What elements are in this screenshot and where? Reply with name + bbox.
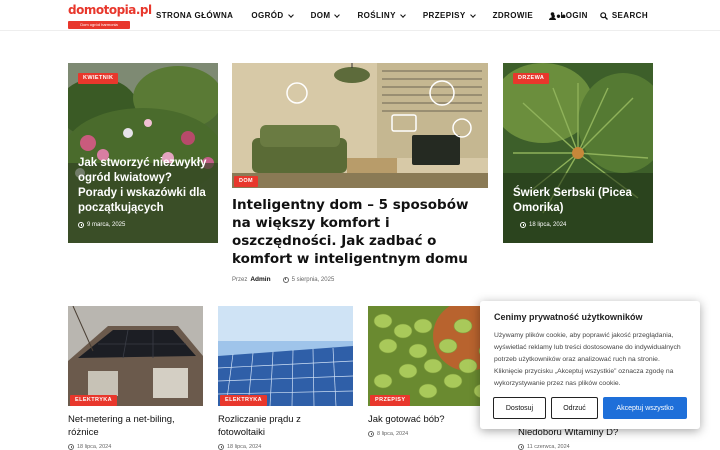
article-date: 11 czerwca, 2024	[518, 444, 570, 450]
article-date: 18 lipca, 2024	[520, 222, 566, 228]
article-card[interactable]: ELEKTRYKA	[218, 306, 353, 406]
clock-icon	[68, 444, 74, 450]
featured-article-title[interactable]: Inteligentny dom – 5 sposobów na większy…	[232, 196, 487, 268]
reject-button[interactable]: Odrzuć	[551, 397, 598, 419]
chevron-down-icon	[287, 11, 294, 18]
article-date: 18 lipca, 2024	[68, 444, 111, 450]
customize-button[interactable]: Dostosuj	[493, 397, 546, 419]
date-text: 18 lipca, 2024	[529, 222, 567, 228]
clock-icon	[218, 444, 224, 450]
nav-label: ZDROWIE	[492, 11, 534, 20]
logo-text: domotopia.pl	[68, 3, 152, 17]
article-meta: Przez Admin 5 sierpnia, 2025	[232, 276, 334, 283]
user-icon	[549, 11, 557, 20]
chevron-down-icon	[334, 11, 341, 18]
date-text: 18 lipca, 2024	[227, 444, 262, 450]
login-label: LOGIN	[560, 11, 588, 20]
nav-label: STRONA GŁÓWNA	[156, 11, 234, 20]
header-actions: LOGIN SEARCH	[537, 0, 648, 31]
nav-item-ogrod[interactable]: OGRÓD	[251, 11, 294, 20]
article-date: 18 lipca, 2024	[218, 444, 261, 450]
article-card[interactable]: ELEKTRYKA	[68, 306, 203, 406]
article-title[interactable]: Rozliczanie prądu z fotowoltaiki	[218, 414, 348, 439]
nav-item-rosliny[interactable]: ROŚLINY	[357, 11, 406, 20]
chevron-down-icon	[469, 11, 476, 18]
garden-image	[68, 63, 218, 243]
featured-card-center[interactable]: DOM	[232, 63, 488, 188]
featured-card-left[interactable]: KWIETNIK Jak stworzyć niezwykły ogród kw…	[68, 63, 218, 243]
nav-label: DOM	[310, 11, 331, 20]
nav-item-zdrowie[interactable]: ZDROWIE	[493, 11, 534, 20]
featured-card-right[interactable]: DRZEWA Świerk Serbski (Picea Omorika) 18…	[503, 63, 653, 243]
cookie-title: Cenimy prywatność użytkowników	[494, 312, 643, 322]
nav-label: OGRÓD	[251, 11, 284, 20]
login-button[interactable]: LOGIN	[549, 11, 587, 20]
clock-icon	[518, 444, 524, 450]
solar-panels-image	[218, 306, 353, 406]
date-text: 5 sierpnia, 2025	[291, 276, 335, 283]
accept-all-button[interactable]: Akceptuj wszystko	[603, 397, 687, 419]
clock-icon	[368, 431, 374, 437]
nav-label: ROŚLINY	[357, 11, 396, 20]
category-tag[interactable]: PRZEPISY	[370, 395, 411, 406]
site-header: domotopia.pl Dom ogród harmonia STRONA G…	[0, 0, 720, 31]
article-title[interactable]: Jak gotować bób?	[368, 414, 498, 427]
logo-tagline: Dom ogród harmonia	[68, 21, 130, 29]
nav-item-dom[interactable]: DOM	[310, 11, 341, 20]
category-tag[interactable]: ELEKTRYKA	[70, 395, 118, 406]
search-icon	[600, 11, 608, 20]
solar-roof-image	[68, 306, 203, 406]
author-link[interactable]: Admin	[250, 276, 270, 283]
cookie-text: Używamy plików cookie, aby poprawić jako…	[494, 332, 681, 387]
clock-icon	[520, 222, 526, 228]
site-logo[interactable]: domotopia.pl Dom ogród harmonia	[68, 2, 152, 31]
main-nav: STRONA GŁÓWNA OGRÓD DOM ROŚLINY PRZEPISY…	[156, 0, 585, 31]
article-date: 8 lipca, 2024	[368, 431, 408, 437]
category-tag[interactable]: DRZEWA	[513, 73, 550, 84]
search-button[interactable]: SEARCH	[600, 11, 648, 20]
date-text: 11 czerwca, 2024	[527, 444, 570, 450]
nav-label: PRZEPISY	[422, 11, 466, 20]
smart-home-image	[232, 63, 488, 188]
clock-icon	[282, 276, 289, 283]
article-title[interactable]: Jak stworzyć niezwykły ogród kwiatowy? P…	[78, 156, 214, 216]
category-tag[interactable]: KWIETNIK	[78, 73, 119, 84]
clock-icon	[78, 222, 84, 228]
article-date: 9 marca, 2025	[78, 222, 125, 228]
category-tag[interactable]: DOM	[234, 176, 259, 187]
article-title[interactable]: Świerk Serbski (Picea Omorika)	[513, 186, 648, 216]
chevron-down-icon	[399, 11, 406, 18]
page: domotopia.pl Dom ogród harmonia STRONA G…	[0, 0, 720, 450]
date-text: 18 lipca, 2024	[77, 444, 112, 450]
date-text: 9 marca, 2025	[87, 222, 126, 228]
category-tag[interactable]: ELEKTRYKA	[220, 395, 268, 406]
by-label: Przez	[232, 276, 248, 283]
article-title[interactable]: Net-metering a net-biling, różnice	[68, 414, 198, 439]
spruce-image	[503, 63, 653, 243]
nav-item-home[interactable]: STRONA GŁÓWNA	[156, 11, 233, 20]
search-label: SEARCH	[611, 11, 648, 20]
date-text: 8 lipca, 2024	[377, 431, 409, 437]
nav-item-przepisy[interactable]: PRZEPISY	[422, 11, 476, 20]
